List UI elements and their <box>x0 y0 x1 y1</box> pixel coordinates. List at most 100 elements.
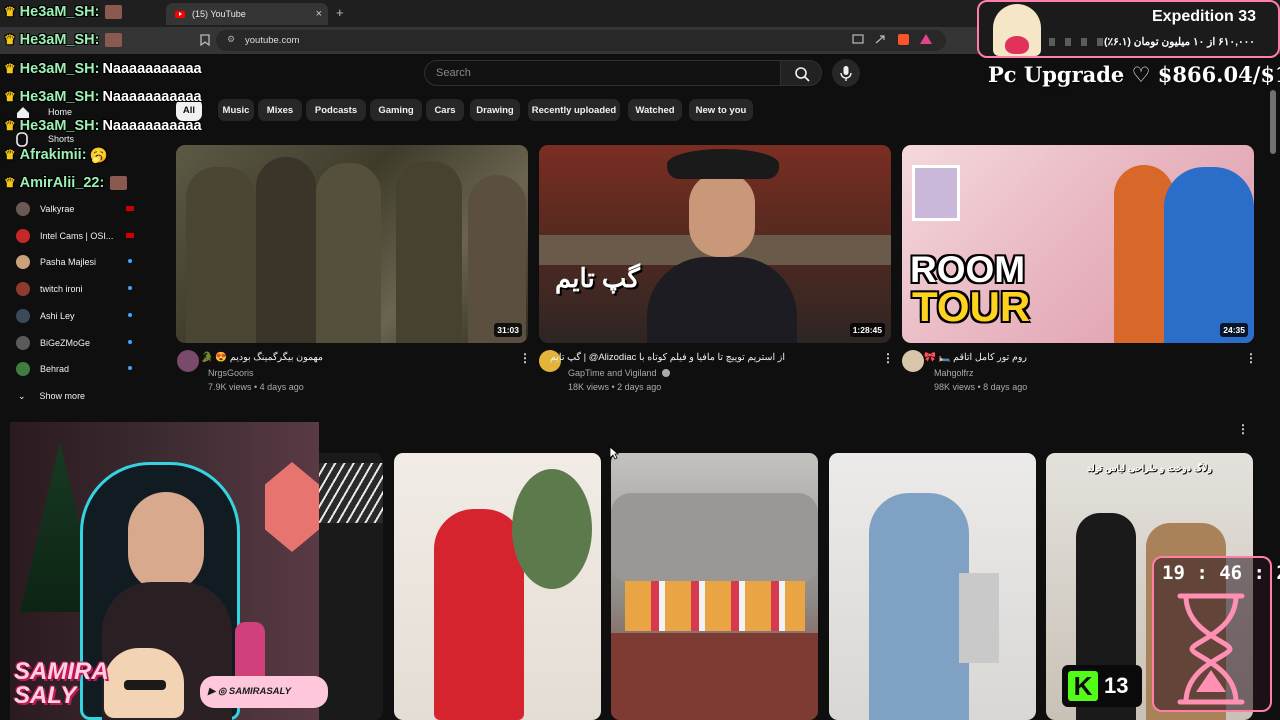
crown-badge-icon: ♛ <box>4 118 16 133</box>
crown-badge-icon: ♛ <box>4 89 16 104</box>
short-thumbnail[interactable] <box>318 453 383 720</box>
brave-shield-icon[interactable] <box>898 34 909 45</box>
filter-chip[interactable]: Cars <box>426 99 464 121</box>
video-meta: 7.9K views • 4 days ago <box>208 382 304 392</box>
verified-icon <box>662 369 671 377</box>
channel-name[interactable]: NrgsGooris <box>208 368 254 378</box>
channel-avatar <box>16 228 30 243</box>
search-button[interactable] <box>780 60 822 86</box>
channel-avatar <box>16 255 30 270</box>
social-handle-badge: ▶ ◎ SAMIRASALY <box>200 676 328 708</box>
video-thumbnail[interactable]: 31:03 <box>176 145 528 343</box>
shorts-shelf-more-icon[interactable]: ⋮ <box>1237 422 1249 436</box>
video-meta: 98K views • 8 days ago <box>934 382 1028 392</box>
thumbnail-plant <box>512 469 592 589</box>
video-title[interactable]: مهمون بیگرگمینگ بودیم 😍 🐊 <box>201 352 323 363</box>
url-field[interactable]: ⚙ youtube.com <box>216 30 946 51</box>
filter-chip[interactable]: Gaming <box>370 99 422 121</box>
new-tab-button[interactable]: + <box>336 5 344 20</box>
share-icon[interactable] <box>874 34 886 45</box>
sidebar-item-label: twitch ironi <box>40 284 83 295</box>
filter-chip[interactable]: New to you <box>689 99 753 121</box>
filter-chip[interactable]: Watched <box>628 99 682 121</box>
video-thumbnail[interactable]: گپ تایم 1:28:45 <box>539 145 891 343</box>
video-meta: 18K views • 2 days ago <box>568 382 662 392</box>
more-actions-icon[interactable]: ⋮ <box>519 351 531 365</box>
more-actions-icon[interactable]: ⋮ <box>882 351 894 365</box>
streamer-brand-name-line1: SAMIRA <box>14 658 109 685</box>
thumbnail-text-tour: TOUR <box>912 283 1031 330</box>
crown-badge-icon: ♛ <box>4 175 16 190</box>
channel-name-row[interactable]: GapTime and Vigiland <box>568 368 671 378</box>
channel-avatar[interactable] <box>177 350 199 372</box>
youtube-favicon-icon <box>175 10 185 18</box>
thumbnail-figure <box>316 163 381 343</box>
page-scrollbar[interactable] <box>1270 90 1276 154</box>
search-input[interactable]: Search <box>424 60 781 86</box>
sidebar-subscription-item[interactable]: twitch ironi <box>10 279 150 299</box>
voice-search-button[interactable] <box>832 59 860 87</box>
channel-name[interactable]: Mahgolfrz <box>934 368 974 378</box>
crown-badge-icon: ♛ <box>4 147 16 162</box>
kick-logo-icon: K <box>1068 671 1098 701</box>
cast-icon[interactable] <box>852 34 864 45</box>
chat-emote-icon <box>110 176 128 190</box>
channel-avatar <box>16 282 30 297</box>
streamer-face <box>128 492 204 592</box>
thumbnail-frame <box>912 165 960 221</box>
sidebar-subscription-item[interactable]: Intel Cams | OSI... <box>10 226 150 246</box>
chat-username: He3aM_SH: <box>19 89 100 105</box>
filter-chip[interactable]: Mixes <box>258 99 302 121</box>
channel-avatar[interactable] <box>902 350 924 372</box>
video-title[interactable]: روم تور کامل اتاقم 🛏️ 🎀 <box>924 352 1027 363</box>
sidebar-subscription-item[interactable]: BiGeZMoGe <box>10 333 150 353</box>
short-thumbnail[interactable] <box>394 453 601 720</box>
rewards-icon[interactable] <box>920 34 932 44</box>
thumbnail-pets <box>625 581 805 631</box>
thumbnail-figure <box>1164 167 1254 343</box>
live-indicator-icon <box>126 206 134 211</box>
crown-badge-icon: ♛ <box>4 4 16 19</box>
sidebar-subscription-item[interactable]: Behrad <box>10 359 150 379</box>
new-content-dot-icon <box>128 312 132 317</box>
filter-chip[interactable]: Music <box>218 99 254 121</box>
filter-chip[interactable]: Podcasts <box>306 99 366 121</box>
short-thumbnail[interactable] <box>611 453 818 720</box>
chat-text: 🥱 <box>89 147 108 164</box>
channel-name: GapTime and Vigiland <box>568 368 657 378</box>
sidebar-subscription-item[interactable]: Valkyrae <box>10 199 150 219</box>
filter-chip[interactable]: Drawing <box>470 99 520 121</box>
chat-username: He3aM_SH: <box>19 61 100 77</box>
chat-text: Naaaaaaaaaaa <box>102 89 202 105</box>
tab-close-icon[interactable]: × <box>316 8 322 20</box>
chat-message: ♛ AmirAlii_22: <box>4 172 128 194</box>
video-title[interactable]: از استریم توییچ تا مافیا و فیلم کوتاه با… <box>550 352 785 363</box>
browser-tab-youtube[interactable]: (15) YouTube × <box>166 3 328 25</box>
sidebar-subscription-item[interactable]: Ashi Ley <box>10 306 150 326</box>
sidebar-item-label: Behrad <box>40 364 70 375</box>
chat-message: ♛ He3aM_SH: Naaaaaaaaaaa <box>4 58 202 80</box>
filter-chip[interactable]: Recently uploaded <box>528 99 620 121</box>
short-thumbnail[interactable] <box>829 453 1036 720</box>
sunglasses-icon <box>124 680 166 690</box>
goal-subtitle: ۶۱۰,۰۰۰ از ۱۰ میلیون تومان (۶.۱٪) <box>1104 36 1255 48</box>
bookmark-icon[interactable] <box>200 34 210 46</box>
more-actions-icon[interactable]: ⋮ <box>1245 351 1257 365</box>
show-more-button[interactable]: ⌄ Show more <box>10 386 150 406</box>
sidebar-item-label: Ashi Ley <box>40 310 75 321</box>
kick-viewer-count: 13 <box>1104 673 1129 698</box>
thumbnail-hat <box>667 149 779 179</box>
sidebar-item-label: BiGeZMoGe <box>40 337 91 348</box>
chat-message: ♛ He3aM_SH: Naaaaaaaaaaa <box>4 115 202 137</box>
crown-badge-icon: ♛ <box>4 61 16 76</box>
thumbnail-figure <box>647 257 797 343</box>
short-caption: ولاگ دوخت و طراحی لباس تولد <box>1086 463 1213 474</box>
chat-message: ♛ Afrakimii: 🥱 <box>4 144 108 166</box>
chat-username: Afrakimii: <box>19 147 87 163</box>
new-content-dot-icon <box>128 366 132 371</box>
site-info-icon[interactable]: ⚙ <box>227 34 235 45</box>
sidebar-subscription-item[interactable]: Pasha Majlesi <box>10 252 150 272</box>
video-thumbnail[interactable]: ROOM TOUR 24:35 <box>902 145 1254 343</box>
streamer-brand-name: SAMIRA SALY <box>14 660 109 708</box>
thumbnail-rug <box>611 633 818 720</box>
